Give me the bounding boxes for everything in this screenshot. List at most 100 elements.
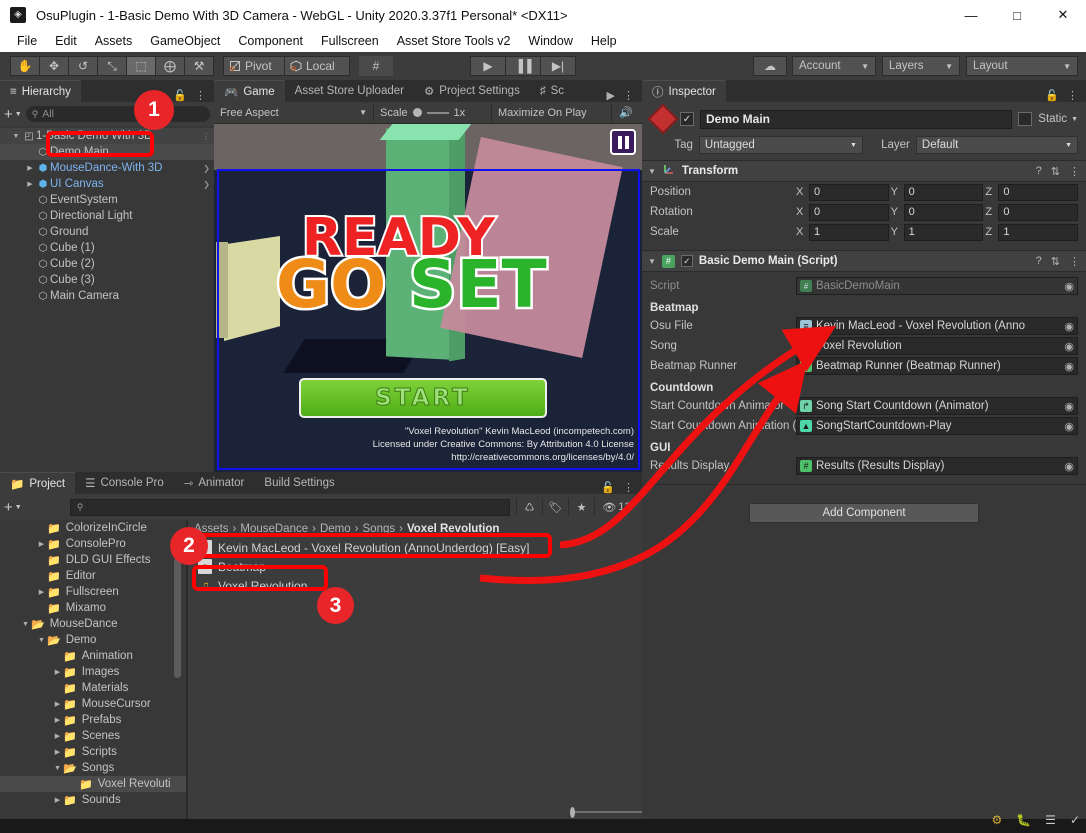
script-object-field[interactable]: # BasicDemoMain ◉ [796, 277, 1078, 295]
tab-asset-store-uploader[interactable]: Asset Store Uploader [285, 80, 414, 102]
object-picker-icon[interactable]: ◉ [1064, 360, 1074, 373]
help-icon[interactable]: ? [1036, 165, 1042, 178]
project-tree-item[interactable]: ▶ 📁 Images [0, 664, 186, 680]
lock-icon[interactable]: 🔓 [1045, 89, 1059, 102]
move-tool-icon[interactable]: ✥ [39, 56, 69, 76]
pause-button[interactable]: ▐▐ [505, 56, 541, 76]
account-dropdown[interactable]: Account ▼ [792, 56, 876, 76]
hierarchy-item-eventsystem[interactable]: ⬡ EventSystem [0, 192, 214, 208]
menu-item-help[interactable]: Help [582, 34, 626, 48]
object-field[interactable]: ♪ Voxel Revolution ◉ [796, 337, 1078, 355]
breadcrumb-item[interactable]: MouseDance [240, 523, 308, 535]
hierarchy-item-ground[interactable]: ⬡ Ground [0, 224, 214, 240]
tab-console-pro[interactable]: ☰ Console Pro [75, 472, 174, 494]
foldout-arrow-icon[interactable]: ▶ [52, 748, 63, 756]
lock-icon[interactable]: 🔓 [173, 89, 187, 102]
inspector-menu-icon[interactable]: ⋮ [1067, 89, 1078, 102]
project-tree-item[interactable]: 📁 Mixamo [0, 600, 186, 616]
project-zoom-slider[interactable] [188, 805, 642, 819]
project-tree-item[interactable]: 📁 Animation [0, 648, 186, 664]
script-enabled-checkbox[interactable]: ✓ [680, 255, 693, 267]
menu-item-assets[interactable]: Assets [86, 34, 142, 48]
close-button[interactable]: ✕ [1040, 0, 1086, 30]
aspect-ratio-dropdown[interactable]: Free Aspect ▼ [214, 103, 374, 122]
grid-snap-icon[interactable]: # [359, 56, 393, 76]
project-tree-item[interactable]: 📁 Voxel Revoluti [0, 776, 186, 792]
tab-inspector[interactable]: ⓘ Inspector [642, 80, 726, 102]
scale-slider[interactable]: Scale 1x [374, 103, 492, 122]
object-field[interactable]: # Results (Results Display) ◉ [796, 457, 1078, 475]
project-tree-item[interactable]: 📁 Materials [0, 680, 186, 696]
hierarchy-menu-icon[interactable]: ⋮ [195, 89, 206, 102]
script-component-header[interactable]: ▼ # ✓ Basic Demo Main (Script) ? ⇅ ⋮ [642, 250, 1086, 272]
project-tree-item[interactable]: ▼ 📂 MouseDance [0, 616, 186, 632]
maximize-button[interactable]: □ [994, 0, 1040, 30]
rotate-tool-icon[interactable]: ↺ [68, 56, 98, 76]
project-tree-item[interactable]: ▶ 📁 Prefabs [0, 712, 186, 728]
transform-position-y-input[interactable]: 0 [903, 183, 984, 201]
project-tree-item[interactable]: ▶ 📁 MouseCursor [0, 696, 186, 712]
breadcrumb-item[interactable]: Voxel Revolution [407, 523, 499, 535]
favorite-icon[interactable]: ★ [568, 498, 594, 516]
transform-scale-y-input[interactable]: 1 [903, 223, 984, 241]
transform-rotation-x-input[interactable]: 0 [809, 203, 889, 221]
hierarchy-item-ui-canvas[interactable]: ▶ ⬢ UI Canvas ❯ [0, 176, 214, 192]
lock-icon[interactable]: 🔓 [601, 481, 615, 494]
foldout-arrow-icon[interactable]: ▼ [20, 621, 31, 628]
object-field[interactable]: ≡ Kevin MacLeod - Voxel Revolution (Anno ◉ [796, 317, 1078, 335]
label-filter-icon[interactable]: 🏷 [542, 498, 568, 516]
menu-item-window[interactable]: Window [519, 34, 581, 48]
tab-overflow-icon[interactable]: ▶ [607, 89, 615, 102]
asset-row[interactable]: ≡ Beatmap [188, 557, 642, 576]
asset-filter-icon[interactable]: ♺ [516, 498, 542, 516]
foldout-arrow-icon[interactable]: ▼ [648, 167, 656, 176]
hierarchy-item-mousedance-with-3d[interactable]: ▶ ⬢ MouseDance-With 3D ❯ [0, 160, 214, 176]
foldout-arrow-icon[interactable]: ▶ [36, 588, 47, 596]
foldout-arrow-icon[interactable]: ▶ [52, 668, 63, 676]
foldout-arrow-icon[interactable]: ▼ [52, 765, 63, 772]
component-menu-icon[interactable]: ⋮ [1069, 255, 1080, 268]
transform-position-z-input[interactable]: 0 [998, 183, 1079, 201]
help-icon[interactable]: ? [1036, 255, 1042, 268]
gameobject-enabled-checkbox[interactable]: ✓ [680, 112, 694, 126]
object-picker-icon[interactable]: ◉ [1064, 320, 1074, 333]
transform-tool-icon[interactable]: ⨁ [155, 56, 185, 76]
minimize-button[interactable]: — [948, 0, 994, 30]
local-toggle[interactable]: Local [284, 56, 350, 76]
foldout-arrow-icon[interactable]: ▼ [10, 133, 22, 140]
foldout-arrow-icon[interactable]: ▶ [52, 732, 63, 740]
object-field[interactable]: # Beatmap Runner (Beatmap Runner) ◉ [796, 357, 1078, 375]
hand-tool-icon[interactable]: ✋ [10, 56, 40, 76]
layers-dropdown[interactable]: Layers ▼ [882, 56, 960, 76]
project-tree-item[interactable]: 📁 ColorizeInCircle [0, 520, 186, 536]
project-search-input[interactable]: ⚲ [69, 498, 510, 516]
hierarchy-item-1-basic-demo-with-3d[interactable]: ▼ ◰ 1-Basic Demo With 3D ⋮ [0, 128, 214, 144]
transform-position-x-input[interactable]: 0 [809, 183, 889, 201]
layout-dropdown[interactable]: Layout ▼ [966, 56, 1078, 76]
tab-hierarchy[interactable]: ≡ Hierarchy [0, 80, 81, 102]
scale-slider-knob[interactable] [412, 108, 422, 117]
breadcrumb-item[interactable]: Demo [320, 523, 351, 535]
project-tree-item[interactable]: ▼ 📂 Demo [0, 632, 186, 648]
menu-item-edit[interactable]: Edit [46, 34, 86, 48]
menu-item-gameobject[interactable]: GameObject [141, 34, 229, 48]
tab-scene[interactable]: ♯ Sc [530, 80, 574, 102]
tab-project[interactable]: 📁 Project [0, 472, 76, 494]
menu-item-file[interactable]: File [8, 34, 46, 48]
object-picker-icon[interactable]: ◉ [1064, 340, 1074, 353]
check-circle-icon[interactable]: ✓ [1070, 813, 1080, 827]
object-picker-icon[interactable]: ◉ [1064, 400, 1074, 413]
play-button[interactable]: ▶ [470, 56, 506, 76]
object-field[interactable]: ↱ Song Start Countdown (Animator) ◉ [796, 397, 1078, 415]
static-checkbox[interactable] [1018, 112, 1033, 126]
menu-item-component[interactable]: Component [229, 34, 312, 48]
object-field[interactable]: ▲ SongStartCountdown-Play ◉ [796, 417, 1078, 435]
object-picker-icon[interactable]: ◉ [1064, 460, 1074, 473]
object-picker-icon[interactable]: ◉ [1064, 420, 1074, 433]
game-view-render[interactable]: READY GO SET START "Voxel Revolution" Ke… [214, 124, 642, 472]
animation-record-icon[interactable]: ⚙ [991, 813, 1002, 827]
pause-overlay-icon[interactable] [610, 129, 636, 155]
hierarchy-item-cube-1[interactable]: ⬡ Cube (1) [0, 240, 214, 256]
transform-component-header[interactable]: ▼ Transform ? ⇅ ⋮ [642, 160, 1086, 182]
static-dropdown[interactable]: Static ▼ [1038, 113, 1078, 125]
